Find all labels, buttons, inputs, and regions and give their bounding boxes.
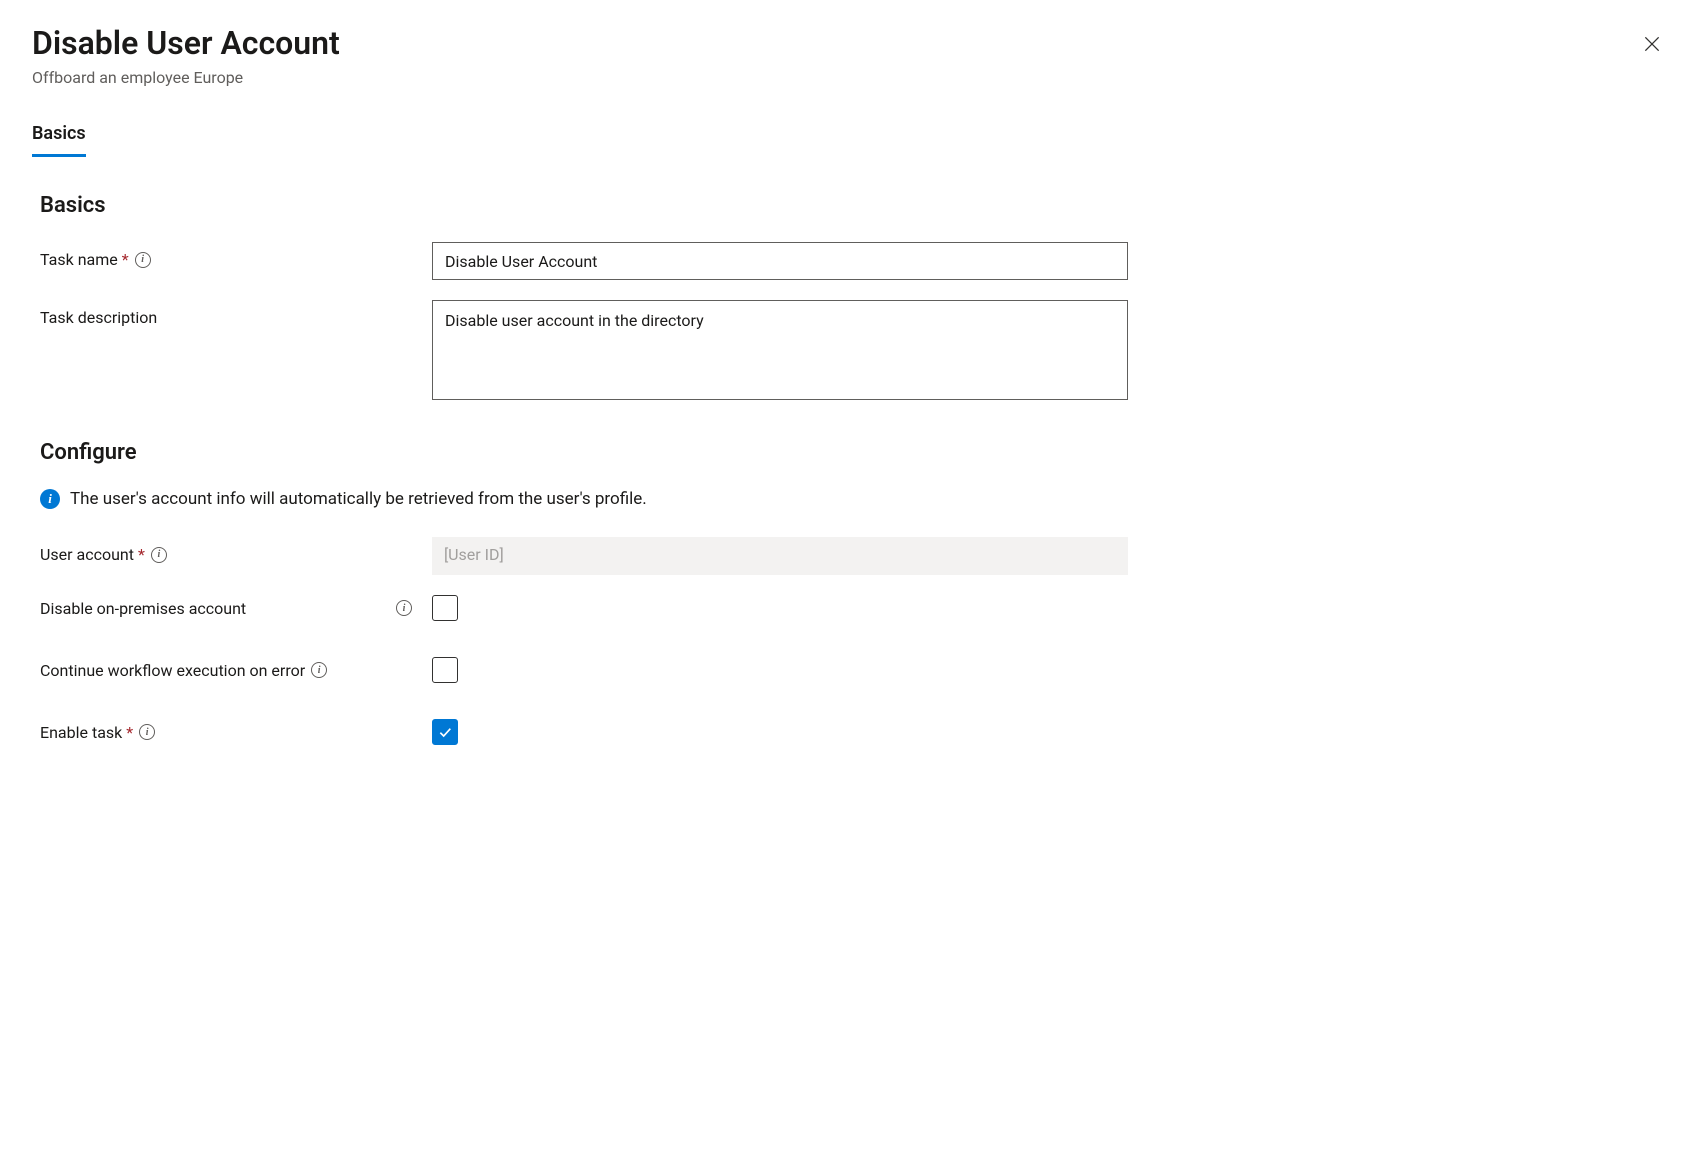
task-description-input[interactable] (432, 300, 1128, 400)
required-marker: * (138, 545, 145, 564)
info-banner: i The user's account info will automatic… (32, 489, 1676, 509)
page-subtitle: Offboard an employee Europe (32, 68, 340, 87)
enable-task-checkbox[interactable] (432, 719, 458, 745)
page-title: Disable User Account (32, 24, 340, 62)
enable-task-label: Enable task * i (40, 723, 432, 742)
tab-basics[interactable]: Basics (32, 123, 86, 157)
disable-on-premises-label: Disable on-premises account i (40, 599, 432, 618)
info-icon[interactable]: i (139, 724, 155, 740)
task-name-label: Task name * i (40, 242, 432, 269)
required-marker: * (122, 250, 129, 269)
info-banner-text: The user's account info will automatical… (70, 489, 647, 509)
info-icon[interactable]: i (396, 600, 412, 616)
configure-heading: Configure (32, 440, 1676, 465)
task-name-input[interactable] (432, 242, 1128, 280)
info-icon[interactable]: i (135, 252, 151, 268)
info-icon[interactable]: i (151, 547, 167, 563)
close-button[interactable] (1636, 28, 1668, 63)
basics-heading: Basics (32, 193, 1676, 218)
user-account-label: User account * i (40, 537, 432, 564)
info-icon[interactable]: i (311, 662, 327, 678)
close-icon (1642, 34, 1662, 54)
disable-on-premises-checkbox[interactable] (432, 595, 458, 621)
continue-on-error-checkbox[interactable] (432, 657, 458, 683)
continue-on-error-label: Continue workflow execution on error i (40, 661, 432, 680)
checkmark-icon (437, 724, 453, 740)
user-account-field: [User ID] (432, 537, 1128, 575)
required-marker: * (126, 723, 133, 742)
info-icon: i (40, 489, 60, 509)
task-description-label: Task description (40, 300, 432, 327)
tabs: Basics (32, 123, 1676, 157)
